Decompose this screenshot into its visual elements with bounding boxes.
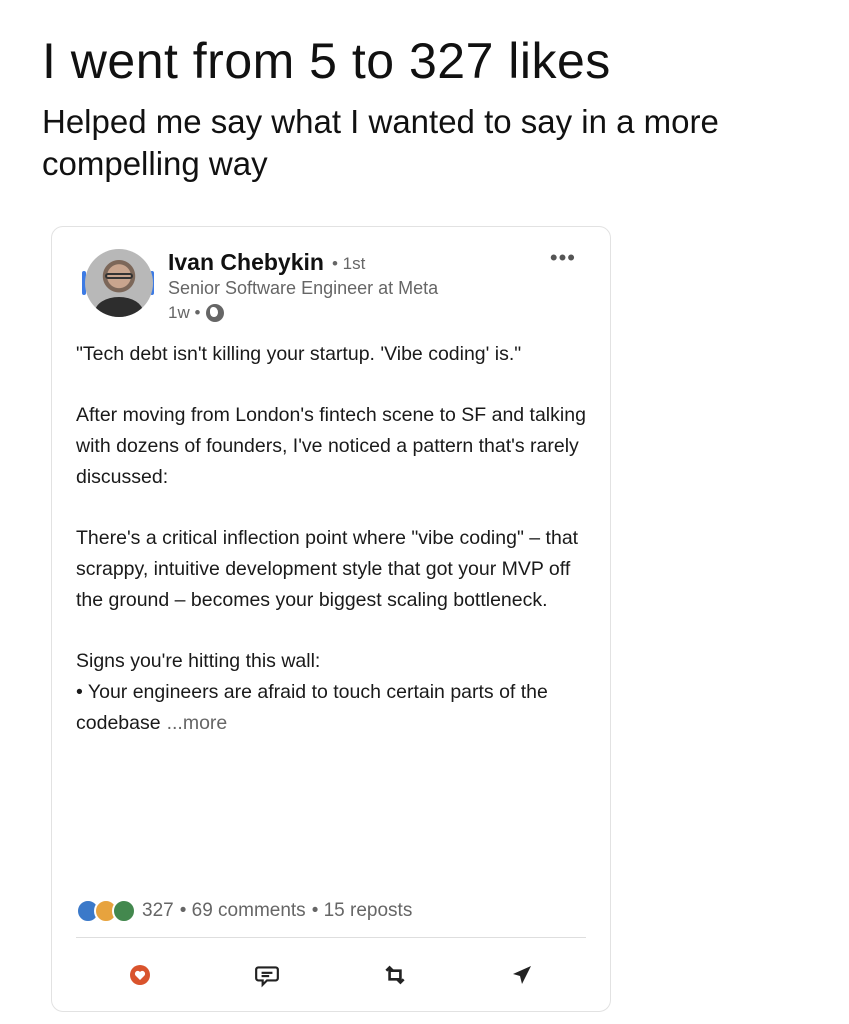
divider: [76, 937, 586, 938]
more-options-button[interactable]: •••: [550, 245, 576, 271]
avatar-shirt: [95, 297, 143, 317]
social-counts: 327 • 69 comments • 15 reposts: [76, 899, 586, 923]
avatar-glasses: [105, 273, 133, 279]
subheadline: Helped me say what I wanted to say in a …: [42, 103, 719, 182]
send-button[interactable]: [502, 955, 542, 995]
send-icon: [513, 966, 532, 984]
headline: I went from 5 to 327 likes: [42, 33, 611, 89]
reposts-count[interactable]: • 15 reposts: [312, 900, 413, 922]
post-body: "Tech debt isn't killing your startup. '…: [76, 339, 596, 739]
post-paragraph: There's a critical inflection point wher…: [76, 527, 579, 611]
post-paragraph: "Tech debt isn't killing your startup. '…: [76, 343, 522, 365]
connection-degree: • 1st: [332, 254, 366, 273]
post-card: Ivan Chebykin • 1st Senior Software Engi…: [51, 226, 611, 1012]
repost-button[interactable]: [375, 955, 415, 995]
support-icon: [112, 899, 136, 923]
author-name[interactable]: Ivan Chebykin: [168, 249, 324, 276]
globe-icon: [206, 304, 225, 322]
post-time: 1w •: [168, 303, 201, 322]
comments-count[interactable]: • 69 comments: [180, 900, 306, 922]
comment-button[interactable]: [247, 955, 287, 995]
comment-icon: [255, 966, 280, 988]
author-title: Senior Software Engineer at Meta: [168, 278, 439, 298]
see-more-link[interactable]: ...more: [167, 712, 228, 734]
repost-icon: [385, 965, 405, 985]
action-bar: [76, 955, 586, 995]
post-meta: 1w •: [168, 303, 225, 323]
bullet-text: • Your engineers are afraid to touch cer…: [76, 681, 548, 734]
reactions-count[interactable]: 327: [142, 900, 174, 922]
signs-heading: Signs you're hitting this wall:: [76, 650, 321, 672]
heart-icon: [129, 965, 150, 985]
post-paragraph: After moving from London's fintech scene…: [76, 404, 586, 488]
avatar-photo: [85, 249, 153, 317]
avatar[interactable]: [80, 247, 156, 323]
like-button[interactable]: [120, 955, 160, 995]
bullet-item: • Your engineers are afraid to touch cer…: [76, 677, 596, 739]
